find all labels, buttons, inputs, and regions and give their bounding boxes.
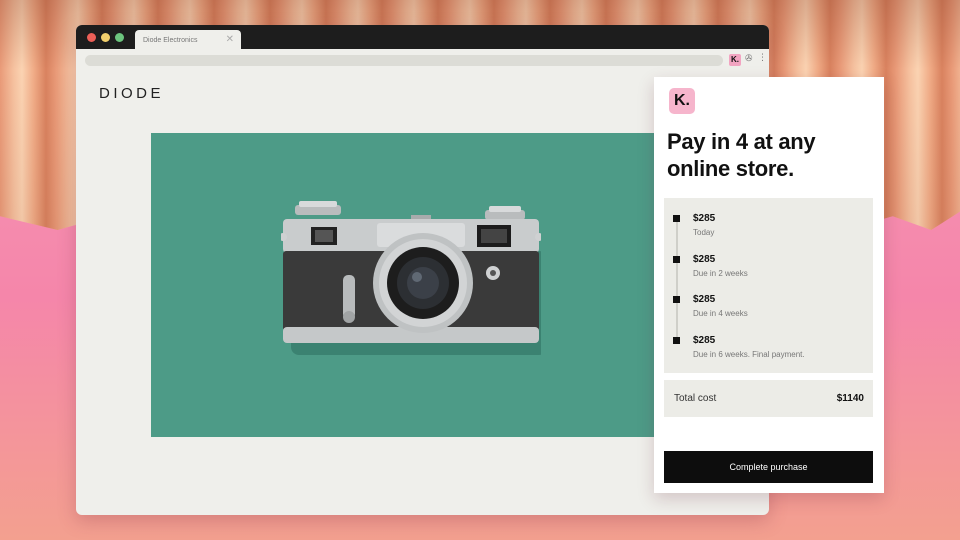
total-cost-row: Total cost $1140 [664, 380, 873, 417]
camera-image [281, 201, 541, 355]
total-cost-value: $1140 [836, 393, 864, 404]
installment-due: Today [693, 228, 715, 237]
installment-item: $285 Due in 2 weeks [664, 252, 873, 284]
installment-amount: $285 [693, 213, 716, 224]
close-icon[interactable]: ✕ [226, 34, 234, 45]
payment-schedule: $285 Today $285 Due in 2 weeks $285 Due … [664, 198, 873, 373]
installment-due: Due in 6 weeks. Final payment. [693, 350, 805, 359]
close-window-button[interactable] [87, 33, 96, 42]
toolbar: K. ✇ ⋮ [76, 49, 769, 71]
store-logo[interactable]: DIODE [99, 85, 164, 102]
installment-due: Due in 4 weeks [693, 309, 748, 318]
installment-amount: $285 [693, 294, 716, 305]
tab-title: Diode Electronics [143, 37, 198, 44]
installment-item: $285 Due in 6 weeks. Final payment. [664, 333, 873, 365]
installment-due: Due in 2 weeks [693, 269, 748, 278]
installment-amount: $285 [693, 254, 716, 265]
klarna-extension-icon[interactable]: K. [729, 54, 741, 66]
installment-item: $285 Due in 4 weeks [664, 292, 873, 324]
timeline-marker [673, 215, 680, 222]
klarna-payment-panel: K. Pay in 4 at any online store. $285 To… [654, 77, 884, 493]
product-hero-image [151, 133, 711, 437]
installment-item: $285 Today [664, 211, 873, 243]
installment-amount: $285 [693, 335, 716, 346]
browser-tab[interactable]: Diode Electronics ✕ [135, 30, 241, 49]
panel-headline: Pay in 4 at any online store. [667, 129, 816, 181]
complete-purchase-button[interactable]: Complete purchase [664, 451, 873, 483]
total-cost-label: Total cost [674, 393, 717, 404]
browser-titlebar: Diode Electronics ✕ [76, 25, 769, 49]
klarna-logo-icon: K. [669, 88, 695, 114]
timeline-marker [673, 296, 680, 303]
timeline-marker [673, 337, 680, 344]
address-bar[interactable] [85, 55, 723, 66]
minimize-window-button[interactable] [101, 33, 110, 42]
puzzle-icon[interactable]: ✇ [745, 54, 753, 64]
timeline-marker [673, 256, 680, 263]
maximize-window-button[interactable] [115, 33, 124, 42]
kebab-menu-icon[interactable]: ⋮ [758, 53, 767, 63]
